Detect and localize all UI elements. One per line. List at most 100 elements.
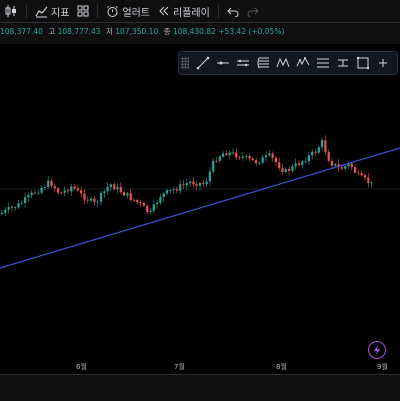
candle-body: [4, 209, 7, 213]
drag-handle-icon[interactable]: [181, 57, 189, 69]
candle-body: [152, 204, 155, 211]
candle-body: [53, 186, 56, 189]
layout-button[interactable]: [73, 0, 93, 22]
candle-body: [27, 195, 30, 198]
candle-body: [129, 193, 132, 200]
candle-body: [311, 151, 314, 156]
long-position-tool[interactable]: [313, 53, 333, 73]
candle-body: [228, 152, 231, 156]
alert-button[interactable]: 얼러트: [102, 0, 154, 22]
alert-label: 얼러트: [122, 7, 151, 19]
trendline[interactable]: [0, 147, 400, 269]
candle-body: [334, 164, 337, 166]
candle-body: [314, 151, 317, 153]
month-label: 7월: [174, 363, 185, 371]
indicators-button[interactable]: 지표: [31, 0, 73, 22]
candle-body: [24, 197, 27, 203]
candle-body: [17, 203, 20, 208]
quick-action-button[interactable]: [368, 341, 386, 359]
redo-icon: [247, 7, 259, 17]
redo-button[interactable]: [243, 0, 263, 22]
candle-body: [212, 160, 215, 172]
rewind-icon: [159, 6, 169, 16]
candle-body: [80, 190, 83, 194]
candle-body: [340, 167, 343, 169]
candlestick-icon: [5, 5, 16, 17]
undo-button[interactable]: [223, 0, 243, 22]
fib-retracement-tool[interactable]: [253, 53, 273, 73]
candles-group: [0, 135, 373, 216]
candle-body: [76, 188, 79, 191]
replay-label: 리플레이: [173, 7, 210, 19]
xabcd-pattern-tool[interactable]: [273, 53, 293, 73]
candle-body: [268, 153, 271, 156]
candle-body: [189, 181, 192, 184]
candle-body: [136, 199, 139, 203]
candle-body: [159, 197, 162, 203]
candle-body: [60, 192, 63, 194]
candle-body: [132, 199, 136, 201]
candle-body: [274, 157, 277, 163]
close-value: 108,430.82: [172, 27, 216, 36]
chart-canvas[interactable]: [0, 44, 400, 374]
candle-body: [109, 184, 112, 187]
candle-body: [66, 190, 70, 192]
elliott-wave-icon: [296, 56, 310, 67]
candle-body: [0, 212, 4, 214]
month-label: 9월: [377, 363, 388, 371]
candle-body: [288, 169, 291, 171]
candle-body: [258, 162, 261, 164]
candle-body: [93, 198, 96, 202]
low-label: 저: [105, 27, 113, 36]
candle-body: [238, 157, 241, 159]
elliott-wave-tool[interactable]: [293, 53, 313, 73]
candle-body: [70, 186, 73, 192]
fib-retracement-icon: [257, 57, 269, 69]
candle-body: [304, 161, 307, 163]
date-range-tool[interactable]: [333, 53, 353, 73]
candle-body: [99, 193, 103, 202]
candle-body: [198, 182, 202, 186]
candle-body: [215, 160, 218, 162]
candle-style-button[interactable]: [0, 0, 22, 22]
candle-body: [202, 182, 205, 185]
parallel-channel-tool[interactable]: [233, 53, 253, 73]
candle-body: [149, 210, 152, 212]
candle-body: [156, 202, 159, 205]
candlestick-chart: [0, 135, 400, 269]
candle-body: [261, 157, 264, 163]
long-position-icon: [317, 58, 329, 68]
candle-body: [96, 201, 99, 203]
candle-body: [271, 153, 274, 158]
candle-body: [357, 172, 360, 174]
candle-body: [50, 180, 53, 187]
trend-line-tool[interactable]: [193, 53, 213, 73]
horizontal-ray-tool[interactable]: [213, 53, 233, 73]
candle-body: [7, 207, 10, 210]
candle-body: [301, 161, 304, 165]
candle-body: [63, 190, 66, 193]
lightning-icon: [374, 345, 380, 355]
candle-body: [169, 190, 172, 191]
candle-body: [222, 153, 225, 157]
candle-body: [103, 191, 106, 194]
candle-body: [330, 160, 334, 166]
candle-body: [192, 181, 195, 185]
candle-body: [208, 171, 211, 182]
candle-body: [225, 153, 228, 156]
month-label: 6월: [76, 363, 87, 371]
candle-body: [360, 173, 363, 176]
rectangle-tool[interactable]: [353, 53, 373, 73]
replay-button[interactable]: 리플레이: [154, 0, 214, 22]
candle-body: [116, 186, 119, 190]
candle-body: [231, 152, 235, 154]
toolbar-divider: [217, 4, 219, 18]
indicators-icon: [35, 6, 48, 17]
candle-body: [297, 163, 301, 165]
candle-body: [20, 202, 23, 204]
candle-body: [264, 155, 268, 158]
candle-body: [106, 186, 109, 192]
date-range-icon: [338, 59, 348, 67]
time-axis[interactable]: 6월 7월 8월 9월: [0, 363, 400, 401]
more-tools-button[interactable]: [373, 53, 393, 73]
